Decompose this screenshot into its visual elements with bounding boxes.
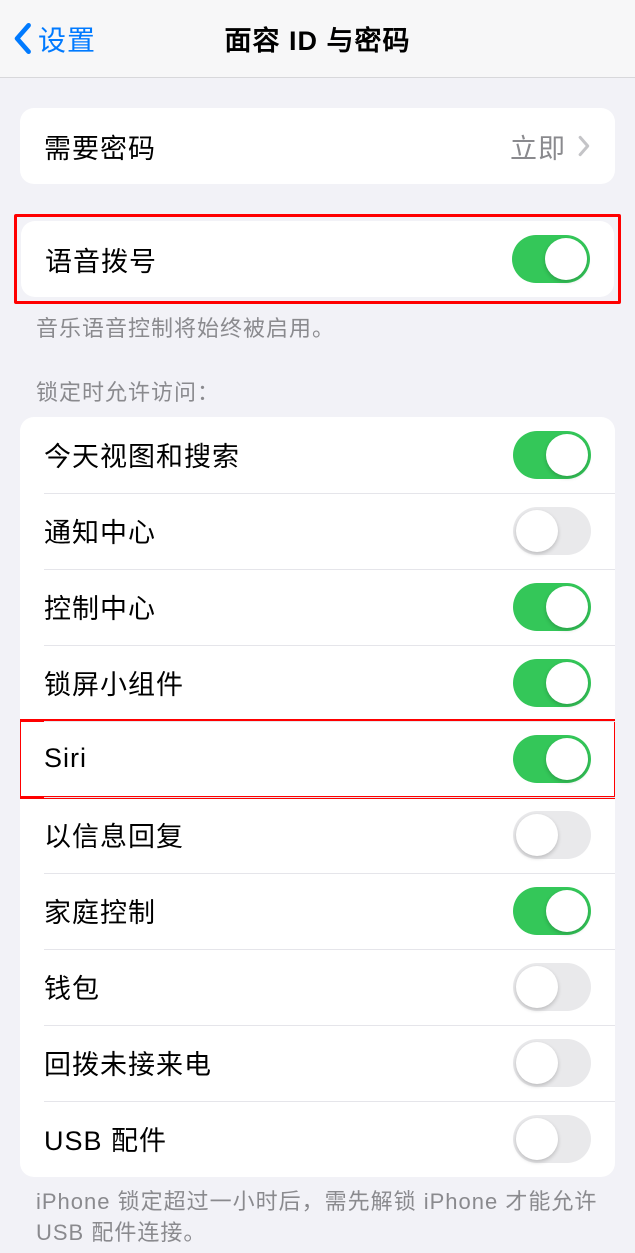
toggle-knob bbox=[516, 966, 558, 1008]
voice-dial-toggle[interactable] bbox=[512, 235, 590, 283]
lock-access-toggle[interactable] bbox=[513, 1039, 591, 1087]
require-passcode-row[interactable]: 需要密码 立即 bbox=[20, 108, 615, 184]
lock-access-row: Siri bbox=[20, 721, 615, 797]
lock-access-row: 锁屏小组件 bbox=[20, 645, 615, 721]
toggle-knob bbox=[516, 1042, 558, 1084]
lock-access-label: 通知中心 bbox=[44, 511, 156, 550]
toggle-knob bbox=[546, 662, 588, 704]
toggle-knob bbox=[546, 890, 588, 932]
lock-access-row: 以信息回复 bbox=[20, 797, 615, 873]
toggle-knob bbox=[546, 434, 588, 476]
lock-access-toggle[interactable] bbox=[513, 583, 591, 631]
voice-dial-highlight: 语音拨号 bbox=[14, 214, 621, 304]
toggle-knob bbox=[516, 814, 558, 856]
lock-access-row: 家庭控制 bbox=[20, 873, 615, 949]
lock-access-row: 钱包 bbox=[20, 949, 615, 1025]
lock-access-toggle[interactable] bbox=[513, 659, 591, 707]
toggle-knob bbox=[546, 738, 588, 780]
lock-access-label: 钱包 bbox=[44, 967, 100, 1006]
lock-access-toggle[interactable] bbox=[513, 1115, 591, 1163]
lock-access-toggle[interactable] bbox=[513, 887, 591, 935]
voice-dial-footer: 音乐语音控制将始终被启用。 bbox=[0, 304, 635, 345]
chevron-left-icon bbox=[12, 22, 32, 55]
lock-access-label: 控制中心 bbox=[44, 587, 156, 626]
lock-access-label: 锁屏小组件 bbox=[44, 663, 184, 702]
toggle-knob bbox=[516, 510, 558, 552]
toggle-knob bbox=[545, 238, 587, 280]
lock-access-footer: iPhone 锁定超过一小时后，需先解锁 iPhone 才能允许USB 配件连接… bbox=[0, 1177, 635, 1249]
lock-access-row: 通知中心 bbox=[20, 493, 615, 569]
lock-access-header: 锁定时允许访问： bbox=[0, 375, 635, 417]
lock-access-toggle[interactable] bbox=[513, 507, 591, 555]
navigation-bar: 设置 面容 ID 与密码 bbox=[0, 0, 635, 78]
chevron-right-icon bbox=[578, 135, 591, 157]
lock-access-label: 家庭控制 bbox=[44, 891, 156, 930]
lock-access-row: USB 配件 bbox=[20, 1101, 615, 1177]
lock-access-row: 回拨未接来电 bbox=[20, 1025, 615, 1101]
require-passcode-group: 需要密码 立即 bbox=[20, 108, 615, 184]
lock-access-label: 回拨未接来电 bbox=[44, 1043, 212, 1082]
page-title: 面容 ID 与密码 bbox=[224, 19, 410, 58]
toggle-knob bbox=[516, 1118, 558, 1160]
lock-access-label: 今天视图和搜索 bbox=[44, 435, 240, 474]
lock-access-toggle[interactable] bbox=[513, 735, 591, 783]
back-button[interactable]: 设置 bbox=[0, 19, 96, 59]
lock-access-toggle[interactable] bbox=[513, 431, 591, 479]
voice-dial-row: 语音拨号 bbox=[21, 221, 614, 297]
voice-dial-group: 语音拨号 bbox=[21, 221, 614, 297]
require-passcode-value: 立即 bbox=[510, 127, 566, 166]
require-passcode-value-wrap: 立即 bbox=[510, 127, 591, 166]
lock-access-toggle[interactable] bbox=[513, 963, 591, 1011]
lock-access-label: 以信息回复 bbox=[44, 815, 184, 854]
lock-access-toggle[interactable] bbox=[513, 811, 591, 859]
lock-access-label: Siri bbox=[44, 743, 87, 774]
toggle-knob bbox=[546, 586, 588, 628]
lock-access-group: 今天视图和搜索通知中心控制中心锁屏小组件 Siri 以信息回复家庭控制钱包回拨未接来… bbox=[20, 417, 615, 1177]
lock-access-label: USB 配件 bbox=[44, 1119, 167, 1158]
lock-access-row: 控制中心 bbox=[20, 569, 615, 645]
back-label: 设置 bbox=[38, 19, 96, 59]
lock-access-row: 今天视图和搜索 bbox=[20, 417, 615, 493]
require-passcode-label: 需要密码 bbox=[44, 127, 156, 166]
voice-dial-label: 语音拨号 bbox=[45, 240, 157, 279]
